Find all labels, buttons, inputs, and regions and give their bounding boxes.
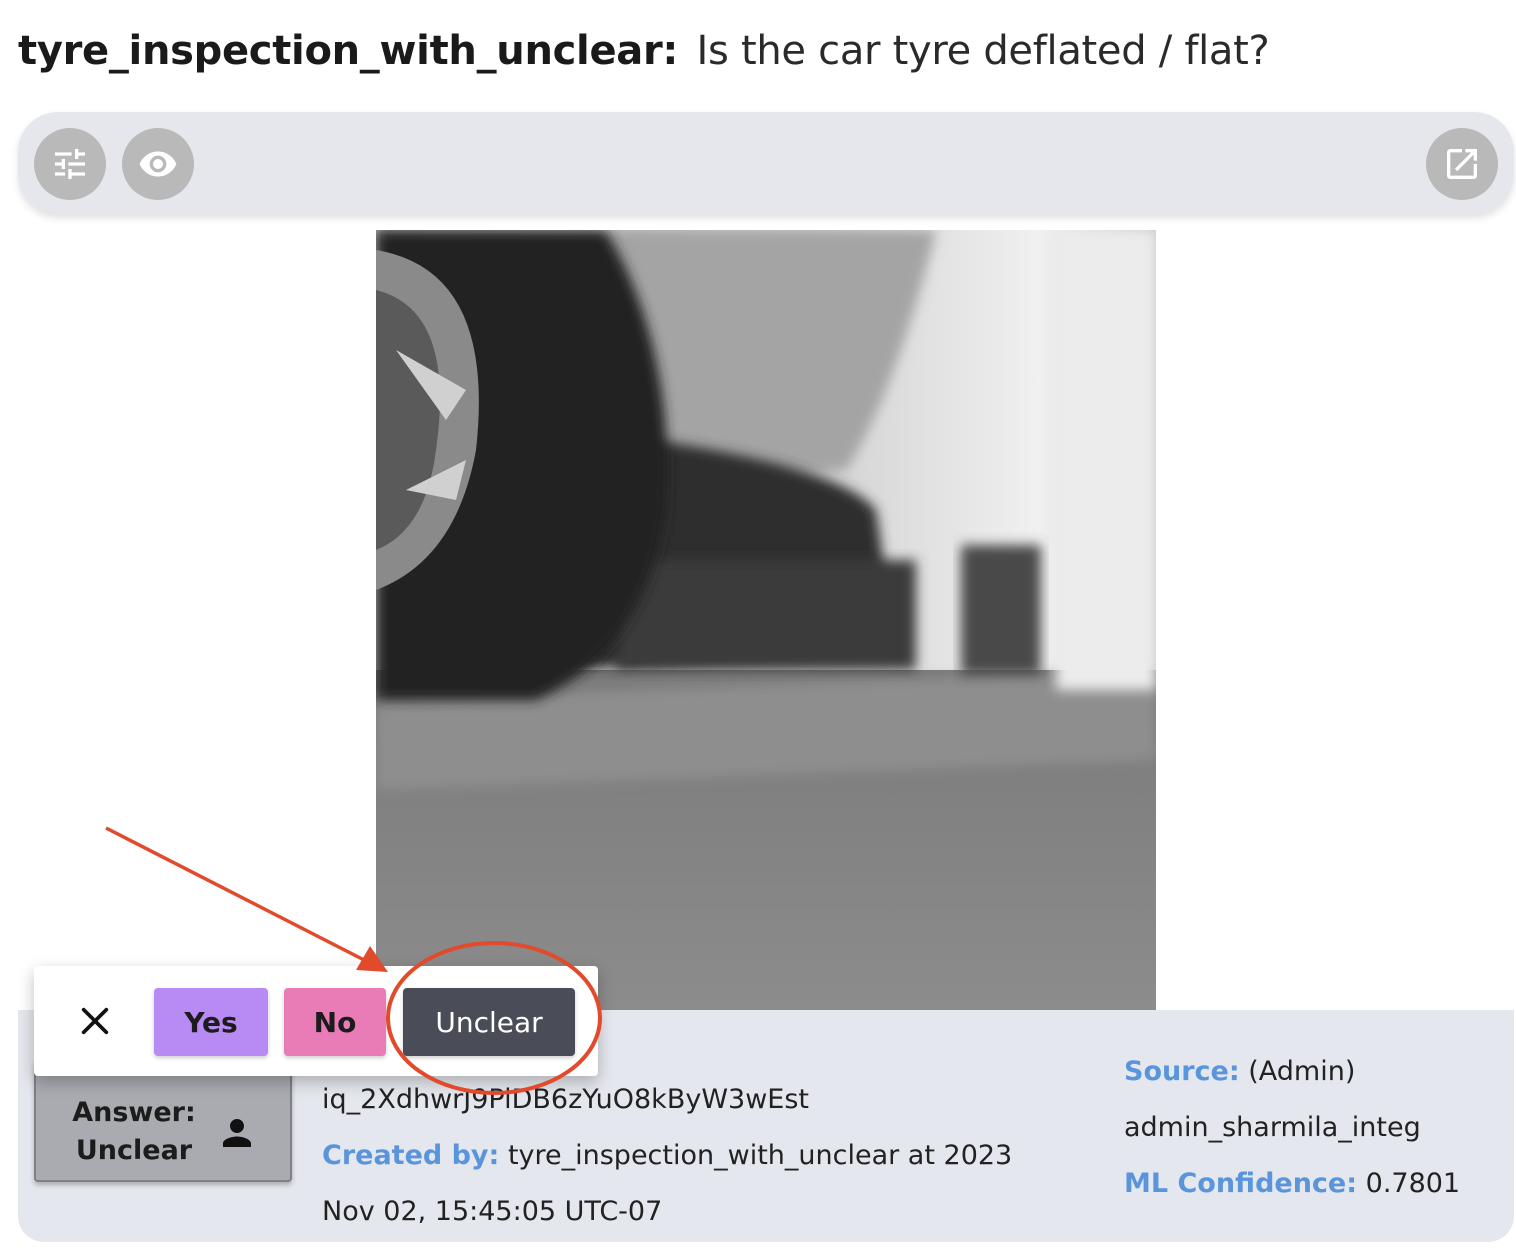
eye-icon[interactable] xyxy=(122,128,194,200)
source-user: admin_sharmila_integ xyxy=(1124,1112,1421,1143)
source-label: Source: xyxy=(1124,1056,1240,1087)
source-value: (Admin) xyxy=(1248,1056,1356,1087)
person-icon xyxy=(223,1119,251,1147)
source-row: Source: (Admin) xyxy=(1124,1054,1355,1090)
label-popup: Yes No Unclear xyxy=(34,966,598,1076)
tune-icon[interactable] xyxy=(34,128,106,200)
confidence-value: 0.7801 xyxy=(1365,1168,1461,1199)
answer-label: Answer: Unclear xyxy=(56,1094,212,1170)
answer-badge[interactable]: Answer: Unclear xyxy=(34,1060,292,1182)
open-in-new-icon[interactable] xyxy=(1426,128,1498,200)
created-at: Nov 02, 15:45:05 UTC-07 xyxy=(322,1196,663,1227)
image-toolbar xyxy=(18,112,1514,214)
detector-name: tyre_inspection_with_unclear: xyxy=(18,28,679,74)
confidence-row: ML Confidence: 0.7801 xyxy=(1124,1166,1460,1202)
created-by-value: tyre_inspection_with_unclear at 2023 xyxy=(507,1140,1013,1171)
close-icon[interactable] xyxy=(78,1004,112,1038)
answer-value: Unclear xyxy=(75,1135,193,1166)
page-title: tyre_inspection_with_unclear: Is the car… xyxy=(18,22,1270,80)
created-by-label: Created by: xyxy=(322,1140,500,1171)
created-by-row: Created by: tyre_inspection_with_unclear… xyxy=(322,1138,1012,1174)
query-image[interactable] xyxy=(376,230,1156,1010)
query-id: iq_2XdhwrJ9PiDB6zYuO8kByW3wEst xyxy=(322,1084,809,1115)
no-button[interactable]: No xyxy=(284,988,386,1056)
answer-label-line1: Answer: xyxy=(72,1097,196,1128)
arrow-annotation xyxy=(105,826,369,964)
detector-question: Is the car tyre deflated / flat? xyxy=(696,28,1270,74)
unclear-button[interactable]: Unclear xyxy=(403,988,575,1056)
tyre-photo xyxy=(376,230,1156,1010)
yes-button[interactable]: Yes xyxy=(154,988,268,1056)
confidence-label: ML Confidence: xyxy=(1124,1168,1358,1199)
